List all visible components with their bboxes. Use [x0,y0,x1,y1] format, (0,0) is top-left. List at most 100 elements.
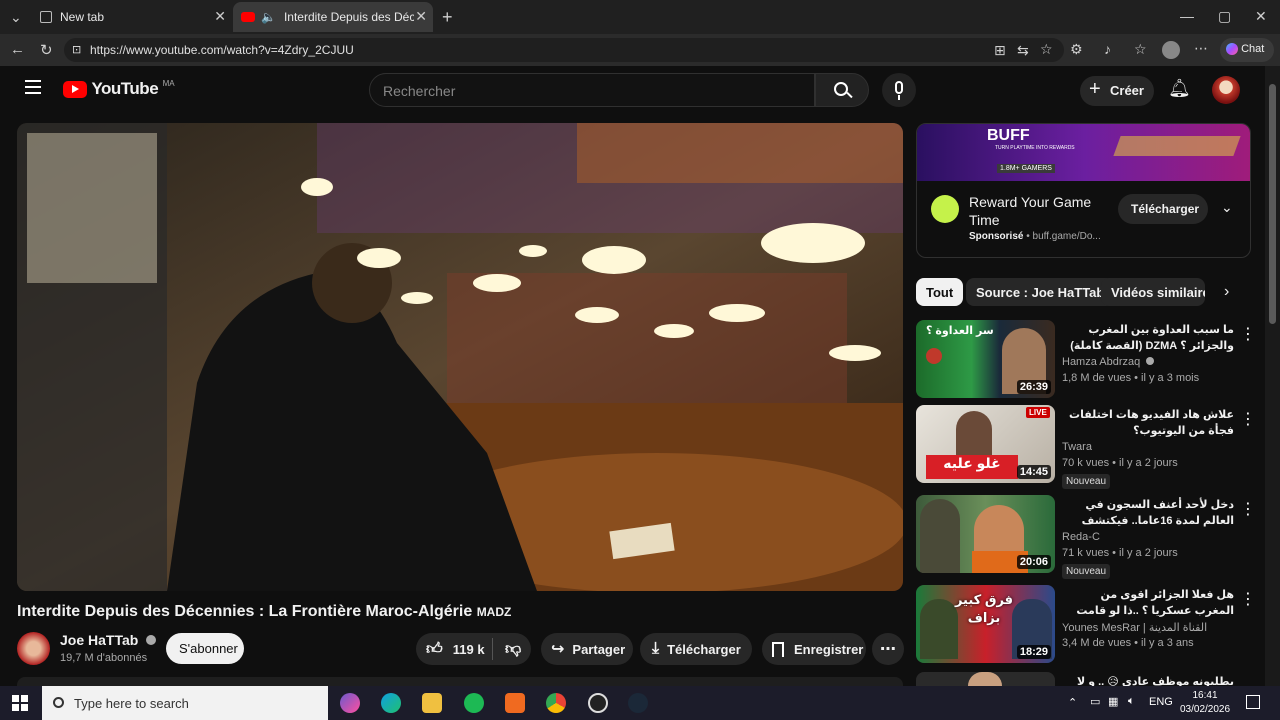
recommendation-title[interactable]: دخل لأحد أعنف السجون في العالم لمدة 16عا… [1062,497,1234,529]
chip-similar[interactable]: Vidéos similaires [1101,278,1205,306]
recommendation-channel: Younes MesRar | القناة المدينة [1062,622,1208,634]
more-options-icon[interactable]: ⋮ [1240,409,1256,429]
recommendation-item[interactable]: سر العداوة ؟ 26:39 ما سبب العداوة بين ال… [916,320,1256,400]
close-window-icon[interactable]: ✕ [1255,8,1267,25]
ad-banner-tagline: TURN PLAYTIME INTO REWARDS [995,145,1075,151]
page-scrollbar[interactable] [1265,66,1280,686]
taskbar-search-placeholder: Type here to search [74,696,189,711]
address-bar-row: ← ↻ ⊡ https://www.youtube.com/watch?v=4Z… [0,34,1280,66]
recommendation-title[interactable]: يطلبونه موظف عادي 😥 .. و لا بغي فين أنه [1062,674,1234,686]
show-hidden-icons-icon[interactable]: ⌃ [1068,696,1077,709]
close-tab-icon[interactable]: ✕ [415,8,427,25]
profile-avatar[interactable] [1162,41,1180,59]
recommendation-item[interactable]: فرق كبير بزاف 18:29 هل فعلا الجزائر اقوى… [916,585,1256,665]
ad-domain: buff.game/Do... [1032,231,1101,242]
like-button[interactable]: 👍︎ 119 k [416,640,492,659]
favorites-icon[interactable]: ☆ [1134,41,1147,58]
recommendation-title[interactable]: ما سبب العداوة بين المغرب والجزائر ؟ DZM… [1062,322,1234,354]
tab-youtube-video[interactable]: 🔈 Interdite Depuis des Décennies ✕ [233,2,433,32]
thumbs-down-icon[interactable]: 👎︎ [505,640,521,659]
back-arrow-icon[interactable]: ← [10,41,25,58]
recommendation-item[interactable]: 20:06 دخل لأحد أعنف السجون في العالم لمد… [916,495,1256,579]
network-icon[interactable]: ▦ [1108,695,1118,708]
create-button[interactable]: + Créer [1080,76,1154,106]
youtube-logo[interactable]: YouTube MA [63,79,175,99]
edge-browser-icon[interactable] [381,693,401,713]
notifications-bell-icon[interactable]: 🔔︎ [1168,78,1191,99]
copilot-app-icon[interactable] [340,693,360,713]
new-tab-plus-icon[interactable]: + [442,7,453,28]
notification-center-icon[interactable] [1246,695,1260,709]
plus-icon: + [1089,78,1101,100]
video-player[interactable] [17,123,903,591]
channel-name-row[interactable]: Joe HaTTab [60,632,157,648]
more-options-icon[interactable]: ⋮ [1240,589,1256,609]
search-input[interactable]: Rechercher [369,73,815,107]
recommendation-thumbnail[interactable]: غلو عليه LIVE 14:45 [916,405,1055,483]
taskbar-search-input[interactable]: Type here to search [42,686,328,720]
reload-icon[interactable]: ↻ [40,41,53,59]
ad-title[interactable]: Reward Your Game Time [969,193,1109,229]
extensions-icon[interactable]: ⚙ [1070,41,1083,58]
site-info-icon[interactable]: ⊡ [72,43,81,56]
thumbs-up-icon: 👍︎ [426,640,443,658]
subscriber-count: 19,7 M d'abonnés [60,652,148,664]
chips-next-chevron-icon[interactable]: › [1224,283,1229,301]
recommendation-thumbnail[interactable]: سر العداوة ؟ 26:39 [916,320,1055,398]
ad-card[interactable]: BUFF TURN PLAYTIME INTO REWARDS 1.8M+ GA… [916,123,1251,258]
chip-all[interactable]: Tout [916,278,964,306]
translate-icon[interactable]: ⇆ [1017,42,1029,59]
favorite-star-icon[interactable]: ☆ [1040,41,1053,58]
maximize-icon[interactable]: ▢ [1218,8,1231,25]
copilot-chat-button[interactable]: Chat [1220,38,1274,62]
more-options-icon[interactable]: ⋮ [1240,324,1256,344]
app-available-icon[interactable]: ⊞ [994,42,1006,59]
account-avatar[interactable] [1212,76,1240,104]
file-explorer-icon[interactable] [422,693,442,713]
recommendation-thumbnail[interactable]: فرق كبير بزاف 18:29 [916,585,1055,663]
battery-icon[interactable]: ▭ [1090,695,1100,708]
more-options-icon[interactable]: ⋮ [1240,499,1256,519]
browser-essentials-icon[interactable]: ♪ [1104,41,1111,57]
minimize-icon[interactable]: — [1180,8,1194,24]
ad-banner[interactable]: BUFF TURN PLAYTIME INTO REWARDS 1.8M+ GA… [917,124,1250,181]
chrome-browser-icon[interactable] [546,693,566,713]
speaker-icon[interactable]: 🔈 [261,10,276,24]
chip-source[interactable]: Source : Joe HaTTab [966,278,1115,306]
bookmark-icon [772,641,784,657]
ad-cta-button[interactable]: Télécharger [1118,194,1208,224]
hamburger-menu-icon[interactable] [25,80,41,94]
clock-app-icon[interactable] [588,693,608,713]
share-button[interactable]: ↪ Partager [541,633,633,665]
recommendation-item[interactable]: غلو عليه LIVE 14:45 علاش هاد الفيديو هات… [916,405,1256,489]
chat-label: Chat [1241,43,1265,56]
close-tab-icon[interactable]: ✕ [214,8,226,25]
ad-expand-chevron-icon[interactable]: ⌄ [1221,199,1233,216]
input-language[interactable]: ENG [1149,696,1173,708]
channel-name: Joe HaTTab [60,632,139,648]
windows-start-icon[interactable] [12,695,28,711]
system-clock[interactable]: 16:41 03/02/2026 [1180,689,1230,717]
volume-icon[interactable]: 🔈︎ [1128,695,1135,708]
more-actions-button[interactable]: ⋯ [872,633,904,665]
spotify-icon[interactable] [464,693,484,713]
search-button[interactable] [815,73,869,107]
tab-new-tab[interactable]: New tab ✕ [32,2,232,32]
url-field[interactable]: ⊡ https://www.youtube.com/watch?v=4Zdry_… [64,38,1064,62]
recommendation-thumbnail[interactable] [916,672,1055,686]
recommendation-thumbnail[interactable]: 20:06 [916,495,1055,573]
app-icon[interactable] [505,693,525,713]
more-menu-icon[interactable]: ⋯ [1194,40,1208,57]
tab-actions-chevron-icon[interactable]: ⌄ [10,9,22,26]
steam-icon[interactable] [628,693,648,713]
recommendation-title[interactable]: علاش هاد الفيديو هات اختلفات فجأة من الي… [1062,407,1234,439]
save-button[interactable]: Enregistrer [762,633,866,665]
recommendation-title[interactable]: هل فعلا الجزائر اقوى من المغرب عسكريا ؟ … [1062,587,1234,619]
tab-title: Interdite Depuis des Décennies [283,10,414,24]
voice-search-button[interactable] [882,73,916,107]
download-button[interactable]: ⤓ Télécharger [640,633,752,665]
subscribe-button[interactable]: S'abonner [166,633,244,664]
recommendation-item[interactable]: يطلبونه موظف عادي 😥 .. و لا بغي فين أنه [916,672,1256,686]
channel-avatar[interactable] [17,632,50,665]
browser-tab-bar: ⌄ New tab ✕ 🔈 Interdite Depuis des Décen… [0,0,1280,34]
